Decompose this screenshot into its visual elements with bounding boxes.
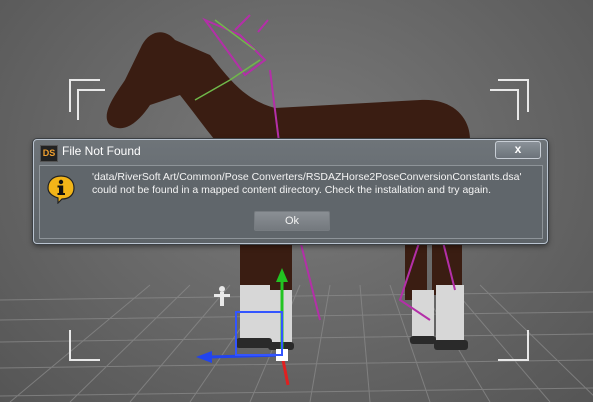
- dialog-titlebar[interactable]: DS File Not Found x: [34, 140, 547, 164]
- ok-button[interactable]: Ok: [254, 211, 330, 231]
- dialog-content: 'data/RiverSoft Art/Common/Pose Converte…: [39, 165, 543, 239]
- close-button[interactable]: x: [495, 141, 541, 159]
- dialog-message: 'data/RiverSoft Art/Common/Pose Converte…: [92, 171, 538, 197]
- floor-grid: [0, 284, 593, 402]
- dialog-title: File Not Found: [62, 144, 141, 158]
- app-logo-icon: DS: [40, 145, 58, 162]
- figure-pin-icon[interactable]: [214, 286, 230, 306]
- info-icon: [47, 175, 75, 204]
- message-line-1: 'data/RiverSoft Art/Common/Pose Converte…: [92, 171, 522, 183]
- message-line-2: could not be found in a mapped content d…: [92, 184, 492, 196]
- file-not-found-dialog: DS File Not Found x 'data/RiverSoft Art/…: [33, 139, 548, 244]
